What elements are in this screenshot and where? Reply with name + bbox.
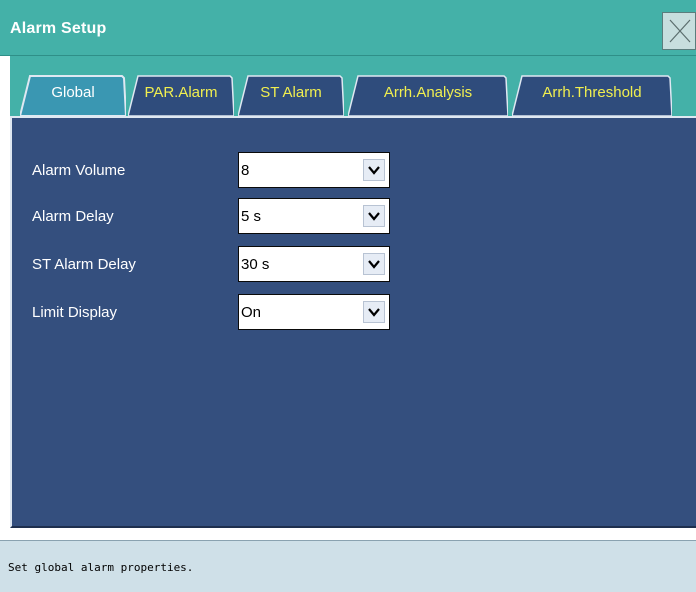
limit-display-select[interactable]: On	[238, 294, 390, 330]
tab-global-label: Global	[51, 84, 95, 101]
alarm-volume-dropdown-button[interactable]	[363, 159, 385, 181]
status-bar: Set global alarm properties.	[0, 540, 696, 592]
st-alarm-delay-value: 30 s	[241, 256, 270, 273]
alarm-volume-select[interactable]: 8	[238, 152, 390, 188]
alarm-delay-select[interactable]: 5 s	[238, 198, 390, 234]
chevron-down-icon	[368, 260, 380, 269]
tab-global[interactable]: Global	[20, 74, 126, 116]
alarm-volume-value: 8	[241, 162, 250, 179]
window-title: Alarm Setup	[10, 20, 107, 37]
alarm-volume-label: Alarm Volume	[32, 162, 126, 179]
limit-display-label: Limit Display	[32, 304, 118, 321]
title-bar: Alarm Setup	[0, 0, 696, 56]
tab-st-alarm-label: ST Alarm	[260, 84, 322, 101]
chevron-down-icon	[368, 212, 380, 221]
close-icon	[669, 19, 691, 43]
alarm-setup-window: Alarm Setup Global PAR.Alarm ST Alarm Ar…	[0, 0, 696, 592]
alarm-delay-dropdown-button[interactable]	[363, 205, 385, 227]
tab-par-alarm[interactable]: PAR.Alarm	[128, 74, 234, 116]
tab-par-alarm-label: PAR.Alarm	[144, 84, 218, 101]
tab-arrh-threshold[interactable]: Arrh.Threshold	[512, 74, 672, 116]
tab-strip: Global PAR.Alarm ST Alarm Arrh.Analysis	[10, 56, 696, 118]
st-alarm-delay-select[interactable]: 30 s	[238, 246, 390, 282]
tab-st-alarm[interactable]: ST Alarm	[238, 74, 344, 116]
alarm-delay-value: 5 s	[241, 208, 262, 225]
chevron-down-icon	[368, 308, 380, 317]
global-settings-panel: Alarm Volume 8 Alarm Delay 5 s ST Alarm …	[10, 116, 696, 528]
limit-display-dropdown-button[interactable]	[363, 301, 385, 323]
status-text: Set global alarm properties.	[8, 561, 194, 574]
close-button[interactable]	[662, 12, 696, 50]
alarm-delay-label: Alarm Delay	[32, 208, 114, 225]
tab-arrh-threshold-label: Arrh.Threshold	[542, 84, 642, 101]
st-alarm-delay-label: ST Alarm Delay	[32, 256, 136, 273]
tab-arrh-analysis[interactable]: Arrh.Analysis	[348, 74, 508, 116]
chevron-down-icon	[368, 166, 380, 175]
limit-display-value: On	[241, 304, 262, 321]
tab-arrh-analysis-label: Arrh.Analysis	[383, 84, 473, 101]
st-alarm-delay-dropdown-button[interactable]	[363, 253, 385, 275]
